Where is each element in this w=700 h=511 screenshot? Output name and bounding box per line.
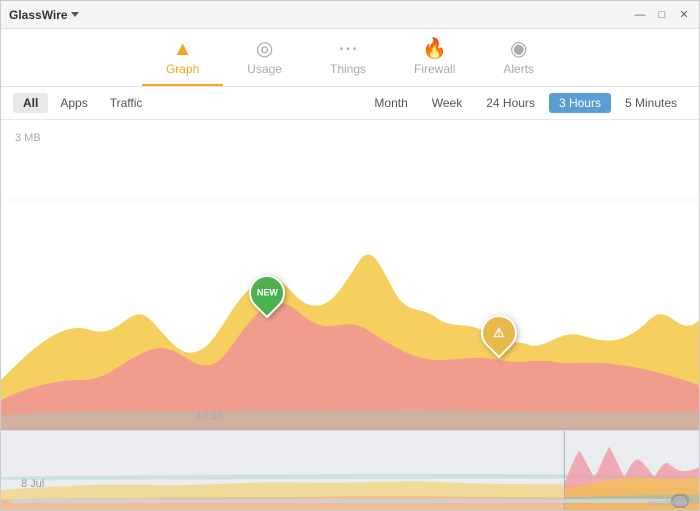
scrollbar-track[interactable] [11, 499, 689, 503]
app-name-label: GlassWire [9, 8, 68, 22]
filter-all-button[interactable]: All [13, 93, 48, 113]
tab-usage-label: Usage [247, 62, 282, 76]
firewall-icon: 🔥 [422, 39, 447, 59]
usage-icon: ◎ [256, 39, 273, 59]
tab-alerts[interactable]: ◉ Alerts [479, 35, 558, 86]
tab-firewall-label: Firewall [414, 62, 455, 76]
new-pin-label: NEW [257, 288, 278, 298]
title-bar-left: GlassWire [9, 8, 79, 22]
mini-chart: 8 Jul wsxdn.com [1, 430, 699, 510]
chart-svg [1, 120, 699, 430]
title-bar: GlassWire — □ ✕ [1, 1, 699, 29]
new-event-pin[interactable]: NEW [249, 275, 285, 316]
tab-usage[interactable]: ◎ Usage [223, 35, 306, 86]
warn-pin-label: ⚠ [493, 325, 505, 341]
watermark: wsxdn.com [648, 498, 693, 508]
things-icon: ⋯ [338, 39, 358, 59]
mini-date-label: 8 Jul [21, 478, 44, 490]
sub-toolbar: All Apps Traffic Month Week 24 Hours 3 H… [1, 87, 699, 120]
close-button[interactable]: ✕ [677, 8, 691, 22]
minimize-button[interactable]: — [633, 8, 647, 22]
filter-traffic-button[interactable]: Traffic [100, 93, 153, 113]
tab-firewall[interactable]: 🔥 Firewall [390, 35, 479, 86]
mini-scrollbar[interactable] [1, 497, 699, 505]
time-3hours-button[interactable]: 3 Hours [549, 93, 611, 113]
chevron-down-icon [71, 12, 79, 17]
main-chart: 3 MB NEW ⚠ 10:15 [1, 120, 699, 430]
time-month-button[interactable]: Month [364, 93, 417, 113]
tab-things-label: Things [330, 62, 366, 76]
time-week-button[interactable]: Week [422, 93, 472, 113]
tab-graph[interactable]: ▲ Graph [142, 35, 223, 86]
time-5minutes-button[interactable]: 5 Minutes [615, 93, 687, 113]
x-axis-label: 10:15 [196, 410, 224, 422]
maximize-button[interactable]: □ [655, 8, 669, 22]
alerts-icon: ◉ [510, 39, 527, 59]
title-bar-controls: — □ ✕ [633, 8, 691, 22]
app-menu-button[interactable]: GlassWire [9, 8, 79, 22]
tab-graph-label: Graph [166, 62, 199, 76]
tab-alerts-label: Alerts [503, 62, 534, 76]
warn-event-pin[interactable]: ⚠ [481, 315, 517, 356]
time-24hours-button[interactable]: 24 Hours [476, 93, 545, 113]
filter-group: All Apps Traffic [13, 93, 152, 113]
nav-bar: ▲ Graph ◎ Usage ⋯ Things 🔥 Firewall ◉ Al… [1, 29, 699, 87]
tab-things[interactable]: ⋯ Things [306, 35, 390, 86]
filter-apps-button[interactable]: Apps [50, 93, 97, 113]
graph-icon: ▲ [173, 39, 193, 59]
time-group: Month Week 24 Hours 3 Hours 5 Minutes [364, 93, 687, 113]
